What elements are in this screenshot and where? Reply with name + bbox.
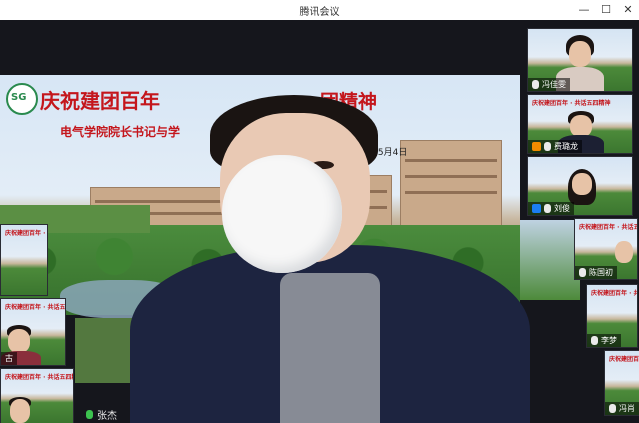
microphone-icon [591, 336, 598, 345]
participant-tile[interactable]: 庆祝建团百年 · 共话五四精神 李梦 [586, 284, 638, 348]
participant-name: 李梦 [601, 336, 617, 345]
participant-tile[interactable]: 刘俊 [527, 156, 633, 216]
participant-name: 刘俊 [554, 204, 570, 213]
microphone-icon [86, 409, 93, 419]
host-badge-icon [532, 142, 541, 151]
mini-slide-title: 庆祝建团百年 · 共话五四精神 [5, 304, 66, 311]
participant-namebar: 刘俊 [528, 202, 574, 215]
participant-name: 冯肖 [619, 404, 635, 413]
participant-namebar: 古 [1, 352, 17, 365]
minimize-button[interactable]: — [573, 0, 595, 20]
participant-face [615, 241, 633, 263]
participant-tile[interactable]: 庆祝建团百年 · 共话五四精神 费璐龙 [527, 94, 633, 154]
participant-tile[interactable]: 庆祝建团百年 · 共话五四精神 古 [0, 298, 66, 366]
microphone-icon [544, 142, 551, 151]
face-mask [222, 155, 342, 273]
microphone-icon [532, 80, 539, 89]
microphone-icon [579, 268, 586, 277]
maximize-button[interactable]: ☐ [595, 0, 617, 20]
participant-name: 费璐龙 [554, 142, 578, 151]
close-button[interactable]: ✕ [617, 0, 639, 20]
participant-tile[interactable]: 庆祝建团百年 · 共话五四精神 [0, 368, 74, 423]
participant-namebar: 冯佳雯 [528, 78, 570, 91]
main-speaker-name: 张杰 [97, 410, 117, 422]
mini-slide-title: 庆祝建团百年 · 共话五四精神 [532, 100, 611, 107]
video-stage: SG 庆祝建团百年 团精神 电气学院院长书记与学 2022年5月4日 张杰 冯佳… [0, 20, 639, 423]
speaker-shirt [280, 273, 380, 423]
participant-face [8, 329, 30, 353]
participant-tile[interactable]: 庆祝建团百年 · 共话五四精神 [0, 224, 48, 296]
participant-background: 庆祝建团百年 · 共话五四精神 [1, 225, 47, 295]
participant-tile[interactable]: 庆祝建团百年 · 共话五四精神 冯肖 [604, 350, 639, 416]
mini-slide-title: 庆祝建团百年 · 共话五四精神 [591, 290, 637, 297]
title-bar: 腾讯会议 — ☐ ✕ [0, 0, 639, 21]
mini-slide-title: 庆祝建团百年 · 共话五四精神 [5, 230, 47, 237]
mini-slide-title: 庆祝建团百年 · 共话五四精神 [579, 224, 638, 231]
participant-tile[interactable]: 冯佳雯 [527, 28, 633, 92]
main-speaker-label: 张杰 [80, 406, 123, 422]
mini-slide-title: 庆祝建团百年 · 共话五四精神 [609, 356, 639, 363]
main-speaker-video[interactable] [130, 95, 530, 423]
school-logo: SG [6, 83, 38, 115]
user-icon [532, 204, 541, 213]
participant-name: 冯佳雯 [542, 80, 566, 89]
participant-namebar: 陈国初 [575, 266, 617, 279]
microphone-icon [544, 204, 551, 213]
participant-face [570, 115, 592, 137]
mini-slide-title: 庆祝建团百年 · 共话五四精神 [5, 374, 73, 381]
window-title: 腾讯会议 [299, 7, 340, 18]
microphone-icon [609, 404, 616, 413]
participant-name: 古 [5, 354, 13, 363]
participant-name: 陈国初 [589, 268, 613, 277]
participant-face [572, 173, 592, 195]
participant-face [10, 399, 30, 423]
participant-tile[interactable]: 庆祝建团百年 · 共话五四精神 陈国初 [574, 218, 638, 280]
participant-face [569, 41, 591, 67]
participant-namebar: 费璐龙 [528, 140, 582, 153]
participant-namebar: 李梦 [587, 334, 621, 347]
participant-namebar: 冯肖 [605, 402, 639, 415]
